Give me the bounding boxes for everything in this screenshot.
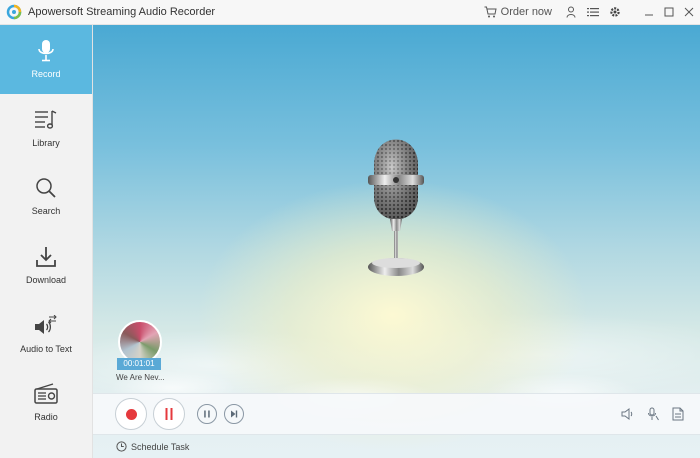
sidebar-item-search[interactable]: Search [0, 162, 92, 231]
track-name[interactable]: We Are Nev... [116, 373, 166, 382]
order-now-label: Order now [500, 6, 552, 18]
schedule-task-label: Schedule Task [131, 441, 190, 452]
user-icon[interactable] [564, 5, 578, 19]
settings-gear-icon[interactable] [608, 5, 622, 19]
microphone-illustration-icon [368, 139, 424, 276]
sidebar-item-library[interactable]: Library [0, 94, 92, 163]
app-logo-icon [6, 4, 22, 20]
window-title: Apowersoft Streaming Audio Recorder [28, 6, 216, 18]
radio-icon [34, 382, 58, 406]
pause-record-button[interactable] [153, 398, 185, 430]
file-format-icon[interactable] [670, 406, 686, 422]
minimize-button[interactable] [640, 0, 658, 25]
sidebar: Record Library Search Download Audio to … [0, 25, 93, 458]
next-track-button[interactable] [224, 404, 244, 424]
title-bar: Apowersoft Streaming Audio Recorder Orde… [0, 0, 700, 25]
clock-icon [116, 441, 127, 452]
pause-icon [165, 408, 173, 420]
audio-to-text-icon [34, 314, 58, 338]
sidebar-item-label: Download [25, 275, 67, 286]
play-pause-button[interactable] [197, 404, 217, 424]
sidebar-item-label: Audio to Text [20, 343, 72, 354]
record-dot-icon [125, 408, 137, 420]
sidebar-item-label: Search [31, 206, 61, 217]
sidebar-item-audio-to-text[interactable]: Audio to Text [0, 299, 92, 368]
sidebar-item-download[interactable]: Download [0, 231, 92, 300]
cart-icon [484, 6, 497, 18]
pause-small-icon [204, 410, 210, 418]
download-icon [34, 245, 58, 269]
search-icon [34, 176, 58, 200]
close-icon [684, 7, 694, 17]
next-track-icon [231, 410, 238, 418]
main-panel: 00:01:01 We Are Nev... Schedule Task [93, 25, 700, 458]
sidebar-item-record[interactable]: Record [0, 25, 92, 94]
order-now-button[interactable]: Order now [484, 6, 552, 18]
maximize-icon [664, 7, 674, 17]
minimize-icon [645, 14, 653, 16]
audio-source-icon[interactable] [645, 406, 661, 422]
record-button[interactable] [115, 398, 147, 430]
maximize-button[interactable] [660, 0, 678, 25]
bottom-bar: Schedule Task [93, 435, 700, 458]
volume-icon[interactable] [620, 406, 636, 422]
sidebar-item-label: Library [32, 137, 60, 148]
menu-list-icon[interactable] [586, 5, 600, 19]
close-button[interactable] [680, 0, 698, 25]
track-recording-time: 00:01:01 [117, 358, 161, 370]
schedule-task-button[interactable]: Schedule Task [116, 441, 189, 452]
sidebar-item-label: Radio [34, 412, 58, 423]
microphone-icon [34, 39, 58, 63]
sidebar-item-label: Record [31, 69, 61, 80]
record-control-bar [93, 393, 700, 435]
sidebar-item-radio[interactable]: Radio [0, 368, 92, 437]
music-list-icon [34, 108, 58, 132]
